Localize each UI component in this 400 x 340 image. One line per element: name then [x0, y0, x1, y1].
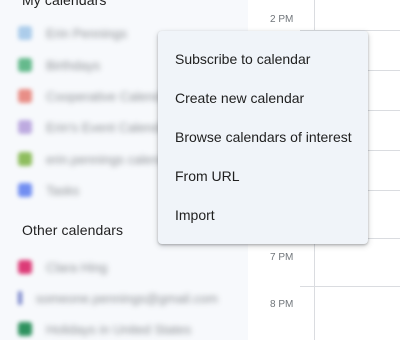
- calendar-name: someone.pennings@gmail.com: [35, 290, 218, 306]
- calendar-checkbox[interactable]: [18, 152, 32, 166]
- calendar-checkbox[interactable]: [18, 120, 32, 134]
- calendar-name: Holidays in United States: [46, 321, 192, 337]
- other-calendars-header[interactable]: Other calendars: [22, 222, 123, 238]
- calendar-name: Cooperative Calendar: [46, 88, 173, 104]
- calendar-name: Tasks: [46, 182, 80, 198]
- menu-item-subscribe[interactable]: Subscribe to calendar: [158, 39, 368, 78]
- calendar-item[interactable]: someone.pennings@gmail.com: [18, 288, 218, 308]
- calendar-checkbox[interactable]: [18, 89, 32, 103]
- calendar-name: Erin Pennings: [46, 25, 127, 41]
- menu-item-from-url[interactable]: From URL: [158, 156, 368, 195]
- calendar-checkbox[interactable]: [18, 322, 32, 336]
- my-calendars-header[interactable]: My calendars: [22, 0, 106, 8]
- calendar-item[interactable]: Clara Hing: [18, 257, 218, 277]
- calendar-name: Clara Hing: [46, 259, 108, 275]
- hour-line: [300, 286, 400, 287]
- calendar-name: Erin's Event Calendar: [46, 119, 172, 135]
- calendar-checkbox[interactable]: [18, 26, 32, 40]
- time-label-2pm: 2 PM: [270, 14, 294, 25]
- menu-item-browse-interest[interactable]: Browse calendars of interest: [158, 117, 368, 156]
- menu-item-import[interactable]: Import: [158, 195, 368, 234]
- calendar-checkbox[interactable]: [18, 291, 22, 305]
- chevron-up-icon[interactable]: [200, 0, 214, 2]
- calendar-checkbox[interactable]: [18, 58, 32, 72]
- calendar-checkbox[interactable]: [18, 260, 32, 274]
- add-calendar-menu: Subscribe to calendar Create new calenda…: [158, 31, 368, 244]
- time-label-8pm: 8 PM: [270, 299, 294, 310]
- menu-item-create-new[interactable]: Create new calendar: [158, 78, 368, 117]
- calendar-checkbox[interactable]: [18, 183, 32, 197]
- calendar-name: Birthdays: [46, 57, 101, 73]
- calendar-item[interactable]: Holidays in United States: [18, 319, 218, 339]
- time-label-7pm: 7 PM: [270, 252, 294, 263]
